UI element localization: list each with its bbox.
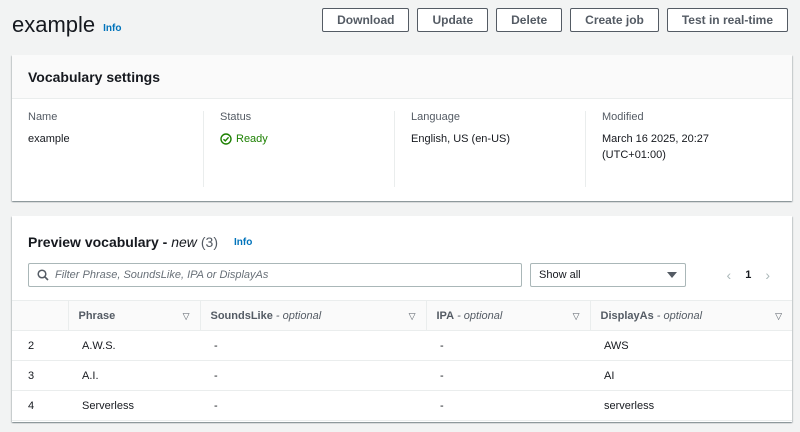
cell-ipa: - (426, 360, 590, 391)
caret-down-icon (667, 272, 677, 278)
col-displayas[interactable]: DisplayAs - optional ▽ (589, 300, 792, 331)
test-realtime-button[interactable]: Test in real-time (666, 8, 788, 32)
filter-placeholder: Filter Phrase, SoundsLike, IPA or Displa… (55, 269, 269, 281)
show-select[interactable]: Show all (530, 263, 686, 287)
field-label: Status (220, 111, 252, 123)
col-index (12, 300, 68, 331)
cell-ipa: - (426, 330, 590, 361)
row-index: 4 (12, 390, 68, 421)
cell-phrase: A.W.S. (68, 330, 200, 361)
cell-phrase: A.I. (68, 360, 200, 391)
next-page-icon[interactable]: › (765, 267, 770, 283)
sort-icon[interactable]: ▽ (573, 311, 580, 322)
table-header-row: Phrase ▽ SoundsLike - optional ▽ IPA - opt… (12, 300, 792, 331)
search-icon (37, 269, 49, 281)
field-value: example (28, 133, 70, 145)
status-indicator: Ready (220, 131, 378, 147)
cell-displayas: AI (590, 360, 792, 391)
cell-ipa: - (426, 390, 590, 421)
download-button[interactable]: Download (322, 8, 410, 32)
field-label: Name (28, 111, 58, 123)
field-value: March 16 2025, 20:27 (UTC+01:00) (602, 133, 710, 161)
settings-grid: Name example Status Ready Language Engli… (12, 99, 792, 187)
table-row: 4 Serverless - - serverless (12, 390, 792, 421)
table-row: 3 A.I. - - AI (12, 360, 792, 391)
page-header: example Info (12, 8, 121, 42)
prev-page-icon[interactable]: ‹ (727, 267, 732, 283)
col-phrase[interactable]: Phrase ▽ (67, 300, 200, 331)
action-toolbar: Download Update Delete Create job Test i… (322, 8, 788, 32)
name-field: Name example (12, 111, 203, 187)
check-circle-icon (220, 133, 232, 145)
status-field: Status Ready (203, 111, 394, 187)
cell-phrase: Serverless (68, 390, 200, 421)
info-link[interactable]: Info (103, 23, 121, 34)
filter-row: Filter Phrase, SoundsLike, IPA or Displa… (12, 256, 792, 288)
pagination: ‹ 1 › (727, 267, 776, 283)
field-label: Modified (602, 111, 644, 123)
status-text: Ready (236, 133, 268, 145)
row-count: (3) (200, 234, 218, 250)
vocabulary-settings-panel: Vocabulary settings Name example Status … (12, 55, 792, 201)
cell-displayas: serverless (590, 390, 792, 421)
current-page[interactable]: 1 (745, 269, 751, 281)
select-value: Show all (539, 269, 581, 281)
sort-icon[interactable]: ▽ (775, 311, 782, 322)
info-link[interactable]: Info (234, 237, 252, 248)
row-index: 3 (12, 360, 68, 391)
cell-soundslike: - (200, 330, 426, 361)
sort-icon[interactable]: ▽ (183, 311, 190, 322)
col-soundslike[interactable]: SoundsLike - optional ▽ (199, 300, 426, 331)
preview-title-new: new (171, 234, 197, 250)
page-title: example (12, 12, 96, 37)
preview-header: Preview vocabulary - new (3) Info (12, 216, 792, 256)
panel-header: Vocabulary settings (12, 55, 792, 99)
preview-title: Preview vocabulary - new (3) (28, 234, 218, 250)
delete-button[interactable]: Delete (496, 8, 563, 32)
create-job-button[interactable]: Create job (570, 8, 659, 32)
table-row: 2 A.W.S. - - AWS (12, 330, 792, 361)
col-ipa[interactable]: IPA - optional ▽ (425, 300, 590, 331)
filter-input[interactable]: Filter Phrase, SoundsLike, IPA or Displa… (28, 263, 522, 287)
update-button[interactable]: Update (417, 8, 489, 32)
row-index: 2 (12, 330, 68, 361)
preview-vocabulary-panel: Preview vocabulary - new (3) Info Filter … (12, 216, 792, 422)
field-value: English, US (en-US) (411, 133, 511, 145)
preview-title-text: Preview vocabulary - (28, 234, 172, 250)
modified-field: Modified March 16 2025, 20:27 (UTC+01:00… (585, 111, 776, 187)
cell-soundslike: - (200, 360, 426, 391)
cell-soundslike: - (200, 390, 426, 421)
field-label: Language (411, 111, 460, 123)
sort-icon[interactable]: ▽ (409, 311, 416, 322)
language-field: Language English, US (en-US) (394, 111, 585, 187)
panel-title: Vocabulary settings (28, 68, 161, 85)
vocabulary-table: Phrase ▽ SoundsLike - optional ▽ IPA - opt… (12, 300, 792, 421)
cell-displayas: AWS (590, 330, 792, 361)
